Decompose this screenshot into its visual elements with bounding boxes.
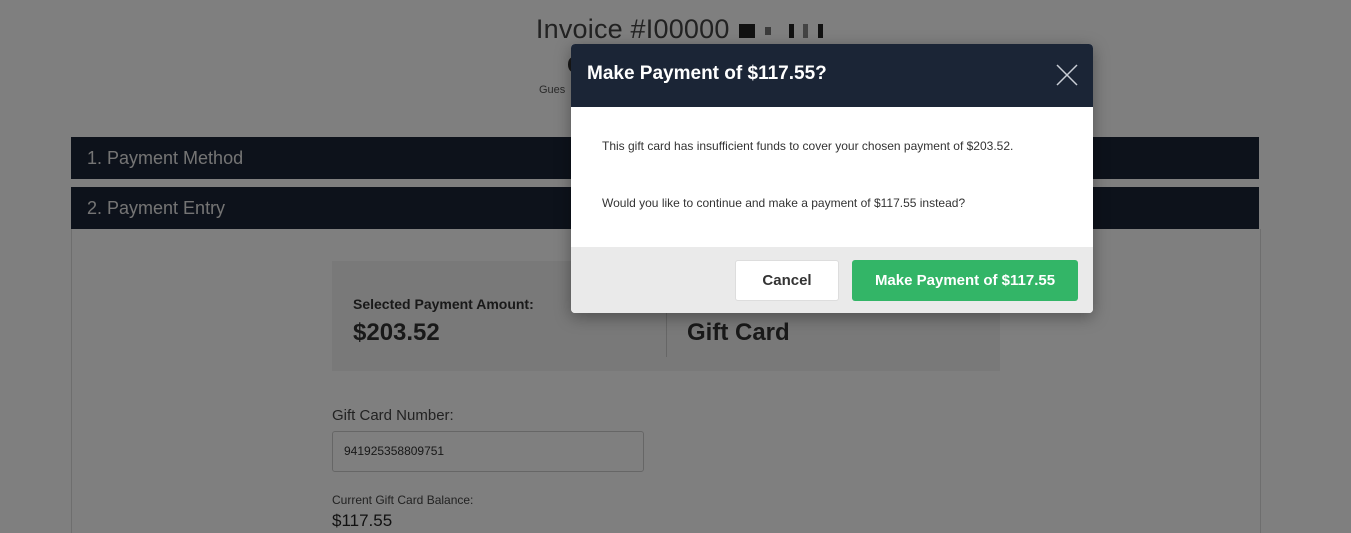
confirm-payment-button[interactable]: Make Payment of $117.55 [852, 260, 1078, 301]
dialog-title: Make Payment of $117.55? [587, 63, 827, 84]
close-button[interactable] [1055, 63, 1079, 87]
continue-question: Would you like to continue and make a pa… [602, 196, 966, 210]
dialog-body: This gift card has insufficient funds to… [571, 107, 1093, 247]
cancel-button[interactable]: Cancel [735, 260, 839, 301]
make-payment-dialog: Make Payment of $117.55? This gift card … [571, 44, 1093, 313]
dialog-header: Make Payment of $117.55? [571, 44, 1093, 107]
insufficient-funds-message: This gift card has insufficient funds to… [602, 139, 1014, 153]
dialog-footer: Cancel Make Payment of $117.55 [571, 247, 1093, 313]
close-icon [1056, 64, 1078, 86]
